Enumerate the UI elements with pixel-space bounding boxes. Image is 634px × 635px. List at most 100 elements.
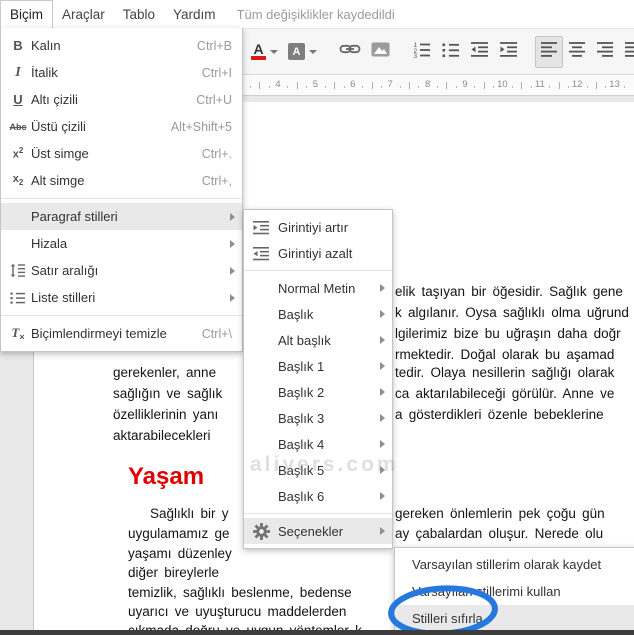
submenu-arrow-icon: [380, 336, 385, 344]
menu-item-label: Alt başlık: [278, 332, 331, 348]
document-heading: Yaşam: [128, 463, 205, 490]
submenu-arrow-icon: [380, 388, 385, 396]
menu-item-strikethrough[interactable]: Abc Üstü çizili Alt+Shift+5: [1, 113, 242, 140]
menu-item-label: Hizala: [31, 236, 68, 251]
indent-more-icon: [250, 218, 272, 236]
menu-item-shortcut: Ctrl+U: [196, 92, 232, 107]
submenu-arrow-icon: [380, 492, 385, 500]
document-text-line: yaşamı düzenley: [128, 546, 232, 561]
menu-item-label: Satır aralığı: [31, 263, 99, 278]
document-text-line: diğer bireylerle: [128, 565, 220, 580]
menu-item-label: Girintiyi azalt: [278, 245, 353, 261]
menu-item-subtitle[interactable]: Alt başlık: [244, 327, 392, 353]
menu-item-label: Varsayılan stillerim olarak kaydet: [412, 557, 602, 572]
menu-item-paragraph-styles[interactable]: Paragraf stilleri: [1, 203, 242, 230]
document-text-line: temizlik, sağlıklı beslenme, bedense: [128, 585, 352, 600]
italic-icon: I: [15, 64, 21, 80]
document-text-line: tedir. Olaya nesillerin sağlığı olarak: [395, 365, 615, 380]
menu-item-heading-6[interactable]: Başlık 6: [244, 483, 392, 509]
document-text-line: ca aktarılabileceği görülür. Anne ve: [395, 386, 615, 401]
bottom-edge-bar: [0, 630, 634, 635]
menu-item-label: Girintiyi artır: [278, 219, 349, 235]
menu-item-line-spacing[interactable]: Satır aralığı: [1, 257, 242, 284]
menu-item-label: Başlık 3: [278, 410, 325, 426]
superscript-icon: x2: [12, 146, 24, 161]
menu-item-increase-indent[interactable]: Girintiyi artır: [244, 214, 392, 240]
submenu-arrow-icon: [230, 212, 235, 221]
line-spacing-icon: [7, 262, 29, 280]
menu-item-heading-2[interactable]: Başlık 2: [244, 379, 392, 405]
submenu-arrow-icon: [380, 414, 385, 422]
menu-separator: [244, 513, 392, 514]
document-text-line: özelliklerinin yanı: [113, 407, 219, 422]
menu-item-label: Başlık 6: [278, 488, 325, 504]
menu-item-label: Normal Metin: [278, 280, 356, 296]
menu-item-clear-formatting[interactable]: T× Biçimlendirmeyi temizle Ctrl+\: [1, 320, 242, 347]
menu-item-italic[interactable]: I İtalik Ctrl+I: [1, 59, 242, 86]
format-menu: B Kalın Ctrl+B I İtalik Ctrl+I U Altı çizili Ctr…: [0, 28, 243, 352]
menu-item-label: Başlık 1: [278, 358, 325, 374]
document-text-line: uyarıcı ve uyuşturucu maddelerden: [128, 604, 347, 619]
menu-separator: [1, 198, 242, 199]
menu-item-save-default-styles[interactable]: Varsayılan stillerim olarak kaydet: [395, 551, 634, 578]
document-text-line: gereken önlemlerin pek çoğu gün: [395, 506, 605, 521]
menu-item-underline[interactable]: U Altı çizili Ctrl+U: [1, 86, 242, 113]
menu-item-superscript[interactable]: x2 Üst simge Ctrl+.: [1, 140, 242, 167]
menu-item-label: Başlık 4: [278, 436, 325, 452]
strikethrough-icon: Abc: [9, 121, 27, 132]
menu-item-label: Altı çizili: [31, 92, 78, 107]
document-text-line: rmektedir. Doğal olarak bu aşamad: [395, 347, 615, 362]
save-status: Tüm değişiklikler kaydedildi: [236, 6, 395, 22]
menu-item-title[interactable]: Başlık: [244, 301, 392, 327]
menu-item-shortcut: Ctrl+\: [201, 326, 232, 341]
menu-item-label: Paragraf stilleri: [31, 209, 118, 224]
menu-item-bold[interactable]: B Kalın Ctrl+B: [1, 32, 242, 59]
menu-item-label: Üst simge: [31, 146, 89, 161]
document-text-line: a gösterdikleri özenle bebeklerine: [395, 407, 604, 422]
document-text-line: gerekenler, anne: [113, 365, 217, 380]
menubar-item-bi-im[interactable]: Biçim: [0, 0, 53, 28]
menu-item-shortcut: Alt+Shift+5: [170, 119, 232, 134]
menu-item-shortcut: Ctrl+B: [196, 38, 232, 53]
document-text-line: elik taşıyan bir öğesidir. Sağlık gene: [395, 284, 623, 299]
subscript-icon: x2: [12, 173, 24, 188]
submenu-arrow-icon: [380, 310, 385, 318]
menu-item-label: İtalik: [31, 65, 58, 80]
menu-item-decrease-indent[interactable]: Girintiyi azalt: [244, 240, 392, 266]
indent-less-icon: [250, 244, 272, 262]
underline-icon: U: [13, 92, 23, 107]
watermark: aliyers.com: [250, 453, 399, 476]
menu-item-list-styles[interactable]: Liste stilleri: [1, 284, 242, 311]
bold-icon: B: [13, 38, 23, 53]
document-text-line: lgilerimiz bize bu uğraşın daha doğr: [395, 326, 621, 341]
google-docs-window: Biçim Araçlar Tablo Yardım Tüm değişiklikle…: [0, 0, 634, 635]
menu-item-label: Üstü çizili: [31, 119, 86, 134]
menu-item-shortcut: Ctrl+.: [201, 146, 232, 161]
menu-item-normal-text[interactable]: Normal Metin: [244, 275, 392, 301]
menu-item-options[interactable]: Seçenekler: [244, 518, 392, 544]
menu-item-label: Başlık 2: [278, 384, 325, 400]
paragraph-styles-submenu: Girintiyi artır Girintiyi azalt Normal Met…: [243, 209, 393, 549]
menu-item-label: Liste stilleri: [31, 290, 96, 305]
submenu-arrow-icon: [380, 284, 385, 292]
menubar-item-yard-m[interactable]: Yardım: [164, 0, 225, 28]
menu-item-subscript[interactable]: x2 Alt simge Ctrl+,: [1, 167, 242, 194]
menu-item-heading-3[interactable]: Başlık 3: [244, 405, 392, 431]
menu-bar: Biçim Araçlar Tablo Yardım Tüm değişiklikle…: [0, 0, 634, 28]
menu-item-shortcut: Ctrl+I: [201, 65, 232, 80]
document-text-line: sağlığın ve sağlık: [113, 386, 223, 401]
document-text-line: uygulamamız ge: [128, 526, 230, 541]
menu-item-heading-1[interactable]: Başlık 1: [244, 353, 392, 379]
document-text-line: ay çabalardan oluşur. Nerede olu: [395, 526, 604, 541]
menubar-item-ara-lar[interactable]: Araçlar: [53, 0, 114, 28]
menu-item-label: Biçimlendirmeyi temizle: [31, 326, 167, 341]
document-text-line: aktarabilecekleri: [113, 428, 211, 443]
submenu-arrow-icon: [380, 440, 385, 448]
submenu-arrow-icon: [230, 293, 235, 302]
menu-item-shortcut: Ctrl+,: [201, 173, 232, 188]
list-styles-icon: [7, 289, 29, 307]
menubar-item-tablo[interactable]: Tablo: [114, 0, 164, 28]
menu-item-label: Seçenekler: [278, 523, 344, 539]
menu-item-align[interactable]: Hizala: [1, 230, 242, 257]
menu-item-label: Kalın: [31, 38, 61, 53]
